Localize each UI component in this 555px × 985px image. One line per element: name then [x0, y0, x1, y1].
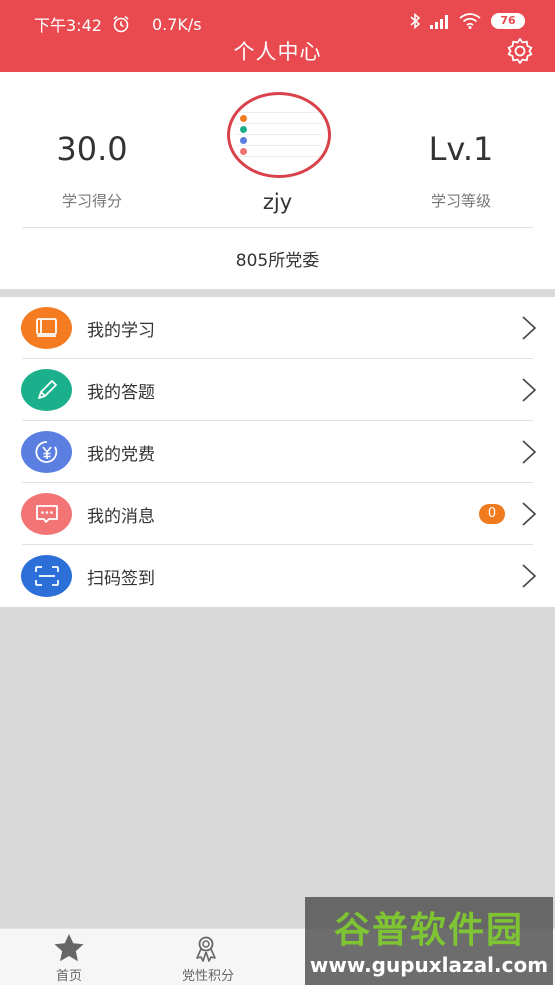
username: zjy — [262, 190, 293, 214]
menu-label: 我的消息 — [87, 507, 155, 527]
watermark: 谷普软件园 www.gupuxlazal.com — [305, 897, 553, 985]
tab-party-points[interactable]: 党性积分 — [153, 933, 263, 984]
menu-label: 我的学习 — [87, 321, 155, 341]
scan-icon — [21, 555, 72, 597]
chevron-right-icon — [522, 316, 537, 340]
signal-icon — [430, 15, 448, 29]
battery-indicator: 76 — [491, 13, 525, 29]
star-icon — [54, 934, 84, 962]
tab-label: 党性积分 — [181, 969, 234, 984]
menu-item-my-dues[interactable]: 我的党费 — [0, 421, 555, 483]
avatar-image — [236, 101, 322, 171]
study-score-value: 30.0 — [56, 130, 128, 168]
chevron-right-icon — [522, 378, 537, 402]
status-left: 下午3:42 0.7K/s — [34, 12, 202, 36]
network-speed: 0.7K/s — [151, 14, 202, 34]
avatar[interactable] — [227, 92, 331, 178]
alarm-icon — [113, 15, 129, 33]
chevron-right-icon — [522, 440, 537, 464]
menu-label: 扫码签到 — [87, 569, 155, 589]
page-title: 个人中心 — [233, 40, 322, 64]
divider — [22, 227, 533, 228]
study-level-value: Lv.1 — [428, 130, 494, 168]
profile-card: 30.0 学习得分 Lv.1 学习等级 zjy 805所党委 — [0, 72, 555, 289]
chevron-right-icon — [522, 502, 537, 526]
pencil-icon — [21, 369, 72, 411]
tab-home[interactable]: 首页 — [14, 933, 124, 984]
menu-list: 我的学习 我的答题 我的党费 我的消息 0 扫码签到 — [0, 297, 555, 607]
top-header: 下午3:42 0.7K/s 76 个人中心 — [0, 0, 555, 72]
menu-label: 我的答题 — [87, 383, 155, 403]
gear-icon[interactable] — [505, 36, 535, 66]
chevron-right-icon — [522, 564, 537, 588]
menu-item-my-study[interactable]: 我的学习 — [0, 297, 555, 359]
unread-badge: 0 — [479, 504, 505, 524]
wifi-icon — [459, 13, 481, 29]
menu-item-my-quiz[interactable]: 我的答题 — [0, 359, 555, 421]
yuan-icon — [21, 431, 72, 473]
message-icon — [21, 493, 72, 535]
menu-item-my-messages[interactable]: 我的消息 0 — [0, 483, 555, 545]
watermark-title: 谷普软件园 — [333, 910, 524, 951]
organization-name: 805所党委 — [235, 251, 320, 271]
bluetooth-icon — [410, 12, 421, 30]
book-icon — [21, 307, 72, 349]
status-right: 76 — [401, 12, 525, 30]
menu-item-scan-checkin[interactable]: 扫码签到 — [0, 545, 555, 607]
status-time: 下午3:42 — [34, 16, 102, 35]
medal-icon — [196, 936, 216, 962]
tab-label: 首页 — [55, 969, 82, 984]
status-bar: 下午3:42 0.7K/s 76 — [0, 10, 555, 36]
watermark-url: www.gupuxlazal.com — [309, 953, 549, 977]
menu-label: 我的党费 — [87, 445, 155, 465]
